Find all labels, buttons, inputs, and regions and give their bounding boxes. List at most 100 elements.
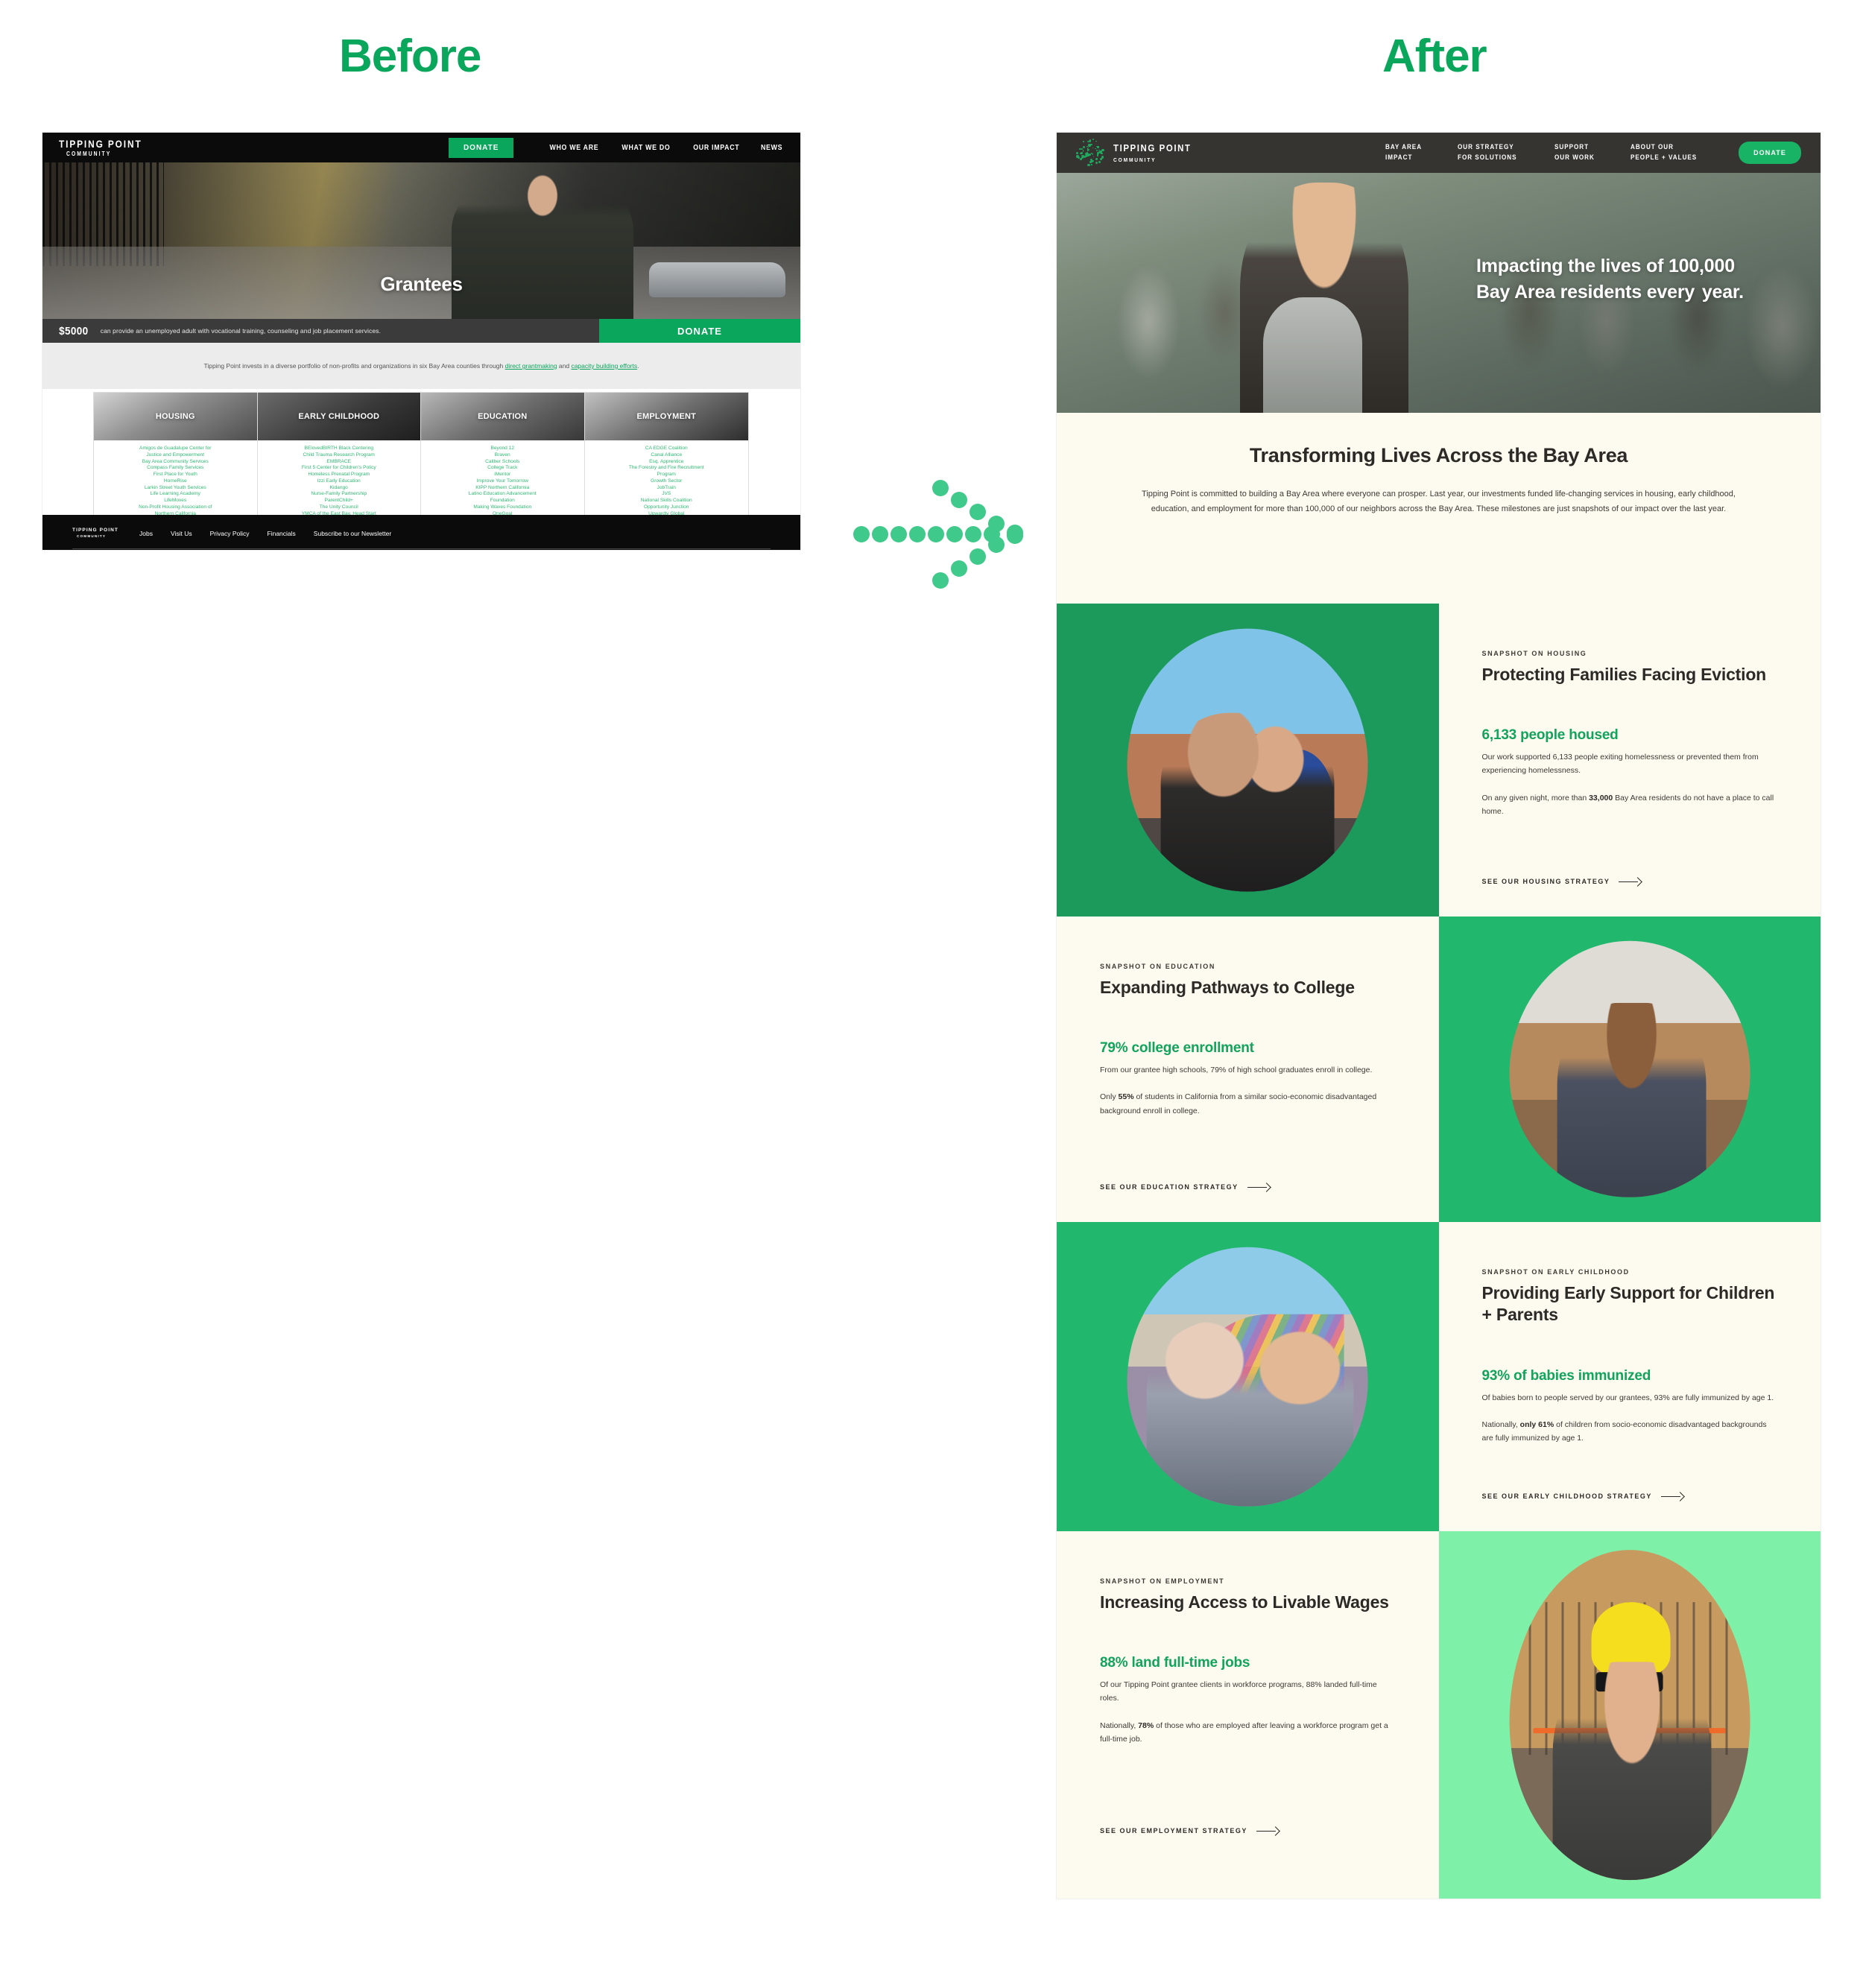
before-footer-links-row: TIPPING POINT COMMUNITY Jobs Visit Us Pr… (42, 515, 800, 538)
before-donate-text: can provide an unemployed adult with voc… (100, 327, 381, 335)
snapshot-row-employment: SNAPSHOT ON EMPLOYMENT Increasing Access… (1057, 1531, 1821, 1899)
grantee-org-item: Homeless Prenatal Program (308, 472, 370, 478)
employment-photo (1509, 1549, 1750, 1881)
housing-photo-pane (1057, 604, 1439, 917)
employment-body-2: Nationally, 78% of those who are employe… (1100, 1719, 1396, 1746)
footer-link-jobs[interactable]: Jobs (139, 530, 153, 537)
before-donate-button[interactable]: DONATE (448, 137, 514, 158)
arrow-dot (970, 548, 986, 565)
grantee-org-item: CA EDGE Coalition (645, 446, 688, 451)
direct-grantmaking-link[interactable]: direct grantmaking (505, 362, 557, 370)
grantee-org-item: EMBRACE (326, 458, 352, 464)
grantee-org-item: Izzi Early Education (317, 478, 361, 484)
logo-dot (1088, 153, 1091, 156)
education-eyebrow: SNAPSHOT ON EDUCATION (1100, 963, 1215, 970)
footer-link-newsletter[interactable]: Subscribe to our Newsletter (314, 530, 391, 537)
footer-link-privacy-policy[interactable]: Privacy Policy (210, 530, 250, 537)
before-donate-bar-message: $5000 can provide an unemployed adult wi… (42, 319, 599, 343)
education-cta-label: SEE OUR EDUCATION STRATEGY (1100, 1183, 1239, 1191)
after-nav-bay-area-impact[interactable]: BAY AREA IMPACT (1385, 142, 1422, 163)
rainbow-mural-decor (1195, 1314, 1344, 1450)
before-nav-news[interactable]: NEWS (761, 144, 782, 152)
before-nav-who-we-are[interactable]: WHO WE ARE (550, 144, 599, 152)
arrow-dot (965, 526, 981, 542)
housing-body-1: Our work supported 6,133 people exiting … (1481, 753, 1759, 776)
grantee-org-item: Bay Area Community Services (142, 458, 209, 464)
arrow-dot (928, 526, 944, 542)
level-tool-decor (1533, 1728, 1726, 1734)
arrow-right-icon (1256, 1827, 1279, 1835)
after-nav-our-strategy[interactable]: OUR STRATEGY FOR SOLUTIONS (1458, 142, 1516, 163)
logo-dot (1096, 154, 1099, 156)
after-nav-about-our-people[interactable]: ABOUT OUR PEOPLE + VALUES (1630, 142, 1697, 163)
grantee-org-item: KIPP Northern California (475, 484, 530, 490)
snapshot-row-housing: SNAPSHOT ON HOUSING Protecting Families … (1057, 604, 1821, 917)
arrow-dot (970, 504, 986, 520)
early-childhood-eyebrow: SNAPSHOT ON EARLY CHILDHOOD (1481, 1268, 1630, 1276)
before-footer-logo-line2: COMMUNITY (77, 534, 107, 538)
nav-item-line1: OUR STRATEGY (1457, 143, 1514, 151)
logo-dot (1100, 151, 1102, 153)
early-childhood-thumbnail: EARLY CHILDHOOD (257, 393, 420, 440)
grantee-org-item: ParentChild+ (324, 498, 353, 504)
grantee-org-item: Opportunity Junction (644, 504, 689, 510)
employment-photo-pane (1438, 1531, 1821, 1899)
logo-dot (1101, 148, 1104, 152)
early-childhood-stat: 93% of babies immunized (1481, 1367, 1651, 1384)
after-nav-support-our-work[interactable]: SUPPORT OUR WORK (1554, 142, 1595, 163)
housing-strategy-link[interactable]: SEE OUR HOUSING STRATEGY (1482, 878, 1642, 885)
grantee-org-item: Making Waves Foundation (473, 504, 532, 510)
footer-link-visit-us[interactable]: Visit Us (171, 530, 192, 537)
nav-item-line2: FOR SOLUTIONS (1457, 153, 1517, 161)
logo-dot (1101, 159, 1103, 160)
grantee-org-item: Foundation (490, 498, 515, 504)
nav-item-line1: SUPPORT (1554, 143, 1590, 151)
before-donate-bar-button[interactable]: DONATE (599, 319, 800, 343)
after-donate-button[interactable]: DONATE (1739, 142, 1801, 164)
education-strategy-link[interactable]: SEE OUR EDUCATION STRATEGY (1100, 1183, 1270, 1191)
after-navbar: TIPPING POINT COMMUNITY BAY AREA IMPACT … (1057, 133, 1821, 173)
grantee-org-item: HomeRise (163, 478, 187, 484)
capacity-building-link[interactable]: capacity building efforts (571, 362, 637, 370)
logo-dot (1098, 145, 1100, 148)
arrow-dot (853, 526, 870, 542)
hero-line-2: Bay Area residents every year. (1476, 270, 1789, 314)
grantee-org-item: Improve Your Tomorrow (476, 478, 528, 484)
after-logo[interactable]: TIPPING POINT COMMUNITY (1076, 138, 1202, 167)
before-footer-logo[interactable]: TIPPING POINT COMMUNITY (72, 528, 118, 538)
housing-cta-label: SEE OUR HOUSING STRATEGY (1481, 878, 1610, 885)
body2-post: of students in California from a similar… (1100, 1092, 1377, 1115)
before-logo[interactable]: TIPPING POINT COMMUNITY (59, 139, 156, 157)
body2-bold: 55% (1118, 1092, 1134, 1102)
early-childhood-label: EARLY CHILDHOOD (298, 412, 380, 421)
grantee-org-item: Canal Alliance (651, 452, 683, 458)
early-childhood-strategy-link[interactable]: SEE OUR EARLY CHILDHOOD STRATEGY (1482, 1492, 1683, 1500)
employment-cta-label: SEE OUR EMPLOYMENT STRATEGY (1100, 1827, 1247, 1835)
employment-label: EMPLOYMENT (636, 412, 697, 421)
before-nav-what-we-do[interactable]: WHAT WE DO (622, 144, 671, 152)
before-footer: TIPPING POINT COMMUNITY Jobs Visit Us Pr… (42, 515, 800, 550)
grantee-org-item: National Skills Coalition (640, 498, 692, 504)
before-footer-contact-row: Phone: 415-348-1240 Email: info@tippingp… (42, 549, 800, 550)
housing-heading: Protecting Families Facing Eviction (1481, 665, 1767, 684)
education-body-1: From our grantee high schools, 79% of hi… (1100, 1066, 1373, 1075)
arrow-right-icon (1660, 1492, 1683, 1500)
employment-heading: Increasing Access to Livable Wages (1100, 1592, 1389, 1612)
snapshot-row-education: SNAPSHOT ON EDUCATION Expanding Pathways… (1057, 917, 1821, 1222)
before-nav-our-impact[interactable]: OUR IMPACT (693, 144, 739, 152)
education-label: EDUCATION (478, 412, 528, 421)
early-childhood-body-2: Nationally, only 61% of children from so… (1482, 1418, 1778, 1445)
logo-dot (1092, 138, 1095, 141)
housing-photo (1127, 628, 1368, 892)
education-stat: 79% college enrollment (1100, 1040, 1254, 1057)
education-heading: Expanding Pathways to College (1100, 978, 1355, 997)
footer-link-financials[interactable]: Financials (268, 530, 296, 537)
before-label: Before (339, 31, 481, 82)
grantee-org-item: The Unity Council (319, 504, 358, 510)
before-intro-part3: . (637, 361, 639, 370)
employment-strategy-link[interactable]: SEE OUR EMPLOYMENT STRATEGY (1100, 1827, 1279, 1835)
logo-dot (1079, 148, 1081, 150)
after-hero-image: Impacting the lives of 100,000 Bay Area … (1057, 173, 1821, 413)
grantee-org-item: Life Learning Academy (150, 491, 200, 497)
education-photo (1509, 940, 1750, 1198)
